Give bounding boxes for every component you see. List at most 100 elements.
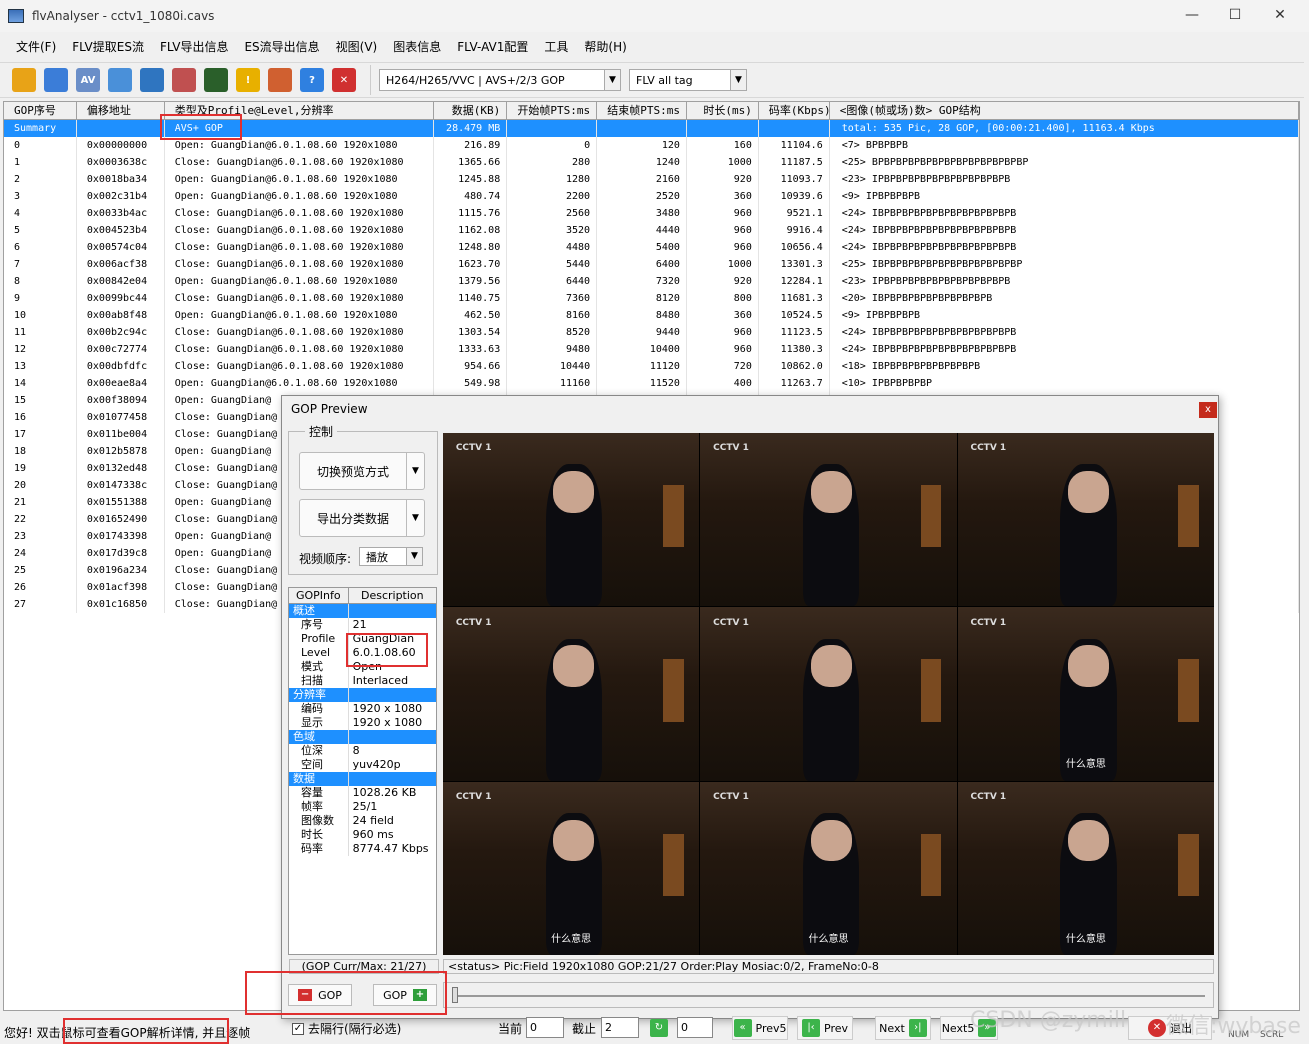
help-icon[interactable]: ? (300, 68, 324, 92)
table-row[interactable]: 9 0x0099bc44 Close: GuangDian@6.0.1.08.60 … (4, 290, 1299, 307)
table-cell: 8480 (597, 307, 687, 324)
prev-button[interactable]: |‹ Prev (797, 1016, 853, 1040)
table-cell: Close: GuangDian@6.0.1.08.60 1920x1080 (165, 324, 435, 341)
table-row[interactable]: 5 0x004523b4 Close: GuangDian@6.0.1.08.60 … (4, 222, 1299, 239)
open-folder-icon[interactable] (12, 68, 36, 92)
preview-frame[interactable]: CCTV 1 (443, 433, 700, 607)
table-cell: 216.89 (434, 137, 508, 154)
info-key: 码率 (289, 842, 349, 856)
table-row[interactable]: 12 0x00c72774 Close: GuangDian@6.0.1.08.60… (4, 341, 1299, 358)
table-row[interactable]: 4 0x0033b4ac Close: GuangDian@6.0.1.08.60 … (4, 205, 1299, 222)
table-cell: 11104.6 (759, 137, 830, 154)
grid-icon[interactable] (108, 68, 132, 92)
menu-item[interactable]: 视图(V) (328, 38, 386, 55)
maximize-button[interactable]: ☐ (1215, 4, 1255, 26)
column-header[interactable]: <图像(帧或场)数> GOP结构 (830, 102, 1299, 119)
preview-frame[interactable]: CCTV 1 什么意思 (443, 781, 700, 955)
info-key: 容量 (289, 786, 349, 800)
table-row[interactable]: 3 0x002c31b4 Open: GuangDian@6.0.1.08.60 1… (4, 188, 1299, 205)
preview-frame[interactable]: CCTV 1 (700, 607, 957, 781)
warning-icon[interactable]: ! (236, 68, 260, 92)
chevron-down-icon[interactable]: ▼ (406, 453, 424, 489)
table-cell: 5440 (507, 256, 598, 273)
table-cell: 0x01551388 (77, 494, 165, 511)
stop-icon[interactable]: ✕ (332, 68, 356, 92)
table-row[interactable]: 6 0x00574c04 Close: GuangDian@6.0.1.08.60 … (4, 239, 1299, 256)
table-cell: 0x0132ed48 (77, 460, 165, 477)
menu-item[interactable]: FLV-AV1配置 (449, 38, 536, 55)
table-row[interactable]: 11 0x00b2c94c Close: GuangDian@6.0.1.08.60… (4, 324, 1299, 341)
user-icon[interactable] (268, 68, 292, 92)
clock-icon[interactable] (140, 68, 164, 92)
switch-preview-button[interactable]: 切换预览方式 ▼ (299, 452, 425, 490)
dialog-close-button[interactable]: x (1199, 402, 1217, 418)
menu-item[interactable]: FLV导出信息 (152, 38, 236, 55)
table-cell: 0x01743398 (77, 528, 165, 545)
table-cell: 1000 (687, 154, 759, 171)
table-row[interactable]: 7 0x006acf38 Close: GuangDian@6.0.1.08.60 … (4, 256, 1299, 273)
table-row[interactable]: 1 0x0003638c Close: GuangDian@6.0.1.08.60 … (4, 154, 1299, 171)
waveform-icon[interactable] (204, 68, 228, 92)
menu-item[interactable]: 帮助(H) (576, 38, 634, 55)
preview-frame[interactable]: CCTV 1 (700, 433, 957, 607)
export-data-button[interactable]: 导出分类数据 ▼ (299, 499, 425, 537)
table-cell: 0x00b2c94c (77, 324, 165, 341)
tag-select[interactable]: FLV all tag ▼ (629, 69, 747, 91)
refresh-icon[interactable]: ↻ (650, 1019, 668, 1037)
frame-slider[interactable] (443, 982, 1214, 1008)
person-face (810, 645, 852, 688)
step-input[interactable]: 0 (677, 1017, 713, 1038)
deinterlace-checkbox[interactable]: ✓ 去隔行(隔行必选) (292, 1020, 401, 1037)
chevron-down-icon[interactable]: ▼ (406, 500, 424, 536)
line-chart-icon[interactable] (172, 68, 196, 92)
column-header[interactable]: GOP序号 (4, 102, 77, 119)
next-button[interactable]: Next ›| (875, 1016, 931, 1040)
toolbar: AV!? ✕ H264/H265/VVC | AVS+/2/3 GOP ▼ FLV… (0, 62, 1304, 98)
info-key: Level (289, 646, 349, 660)
column-header[interactable]: 偏移地址 (77, 102, 165, 119)
codec-select[interactable]: H264/H265/VVC | AVS+/2/3 GOP ▼ (379, 69, 621, 91)
preview-frame[interactable]: CCTV 1 (443, 607, 700, 781)
minimize-button[interactable]: — (1172, 4, 1212, 26)
column-header[interactable]: 码率(Kbps) (759, 102, 830, 119)
table-cell: Summary (4, 120, 77, 137)
table-cell: 480.74 (434, 188, 508, 205)
av-icon[interactable]: AV (76, 68, 100, 92)
table-cell: 1379.56 (434, 273, 508, 290)
preview-frame[interactable]: CCTV 1 什么意思 (957, 607, 1214, 781)
cut-input[interactable]: 2 (601, 1017, 639, 1038)
info-key: 概述 (289, 604, 349, 618)
info-value: 25/1 (352, 800, 378, 813)
order-select[interactable]: 播放 ▼ (359, 547, 423, 566)
current-input[interactable]: 0 (526, 1017, 564, 1038)
table-cell: 0x00ab8f48 (77, 307, 165, 324)
close-button[interactable]: ✕ (1260, 4, 1300, 26)
column-header[interactable]: 开始帧PTS:ms (507, 102, 598, 119)
table-row[interactable]: 10 0x00ab8f48 Open: GuangDian@6.0.1.08.60 … (4, 307, 1299, 324)
preview-frame[interactable]: CCTV 1 什么意思 (957, 781, 1214, 955)
table-row[interactable]: 13 0x00dbfdfc Close: GuangDian@6.0.1.08.60… (4, 358, 1299, 375)
table-cell: 0x00842e04 (77, 273, 165, 290)
menu-item[interactable]: 文件(F) (8, 38, 64, 55)
menu-item[interactable]: FLV提取ES流 (64, 38, 152, 55)
column-header[interactable]: 时长(ms) (687, 102, 759, 119)
prev5-button[interactable]: « Prev5 (732, 1016, 788, 1040)
person-face (810, 471, 852, 513)
table-row[interactable]: 8 0x00842e04 Open: GuangDian@6.0.1.08.60 1… (4, 273, 1299, 290)
table-cell: 10524.5 (759, 307, 830, 324)
slider-thumb[interactable] (452, 987, 458, 1003)
menu-item[interactable]: ES流导出信息 (236, 38, 327, 55)
preview-frame[interactable]: CCTV 1 (957, 433, 1214, 607)
menu-item[interactable]: 图表信息 (385, 38, 449, 55)
network-icon[interactable] (44, 68, 68, 92)
column-header[interactable]: 数据(KB) (434, 102, 508, 119)
table-cell: 5400 (597, 239, 687, 256)
watermark: CSDN @zymill (970, 1008, 1127, 1033)
table-cell: 0x00eae8a4 (77, 375, 165, 392)
menu-item[interactable]: 工具 (536, 38, 576, 55)
table-cell: 9521.1 (759, 205, 830, 222)
table-row[interactable]: 14 0x00eae8a4 Open: GuangDian@6.0.1.08.60 … (4, 375, 1299, 392)
column-header[interactable]: 结束帧PTS:ms (597, 102, 687, 119)
table-row[interactable]: 2 0x0018ba34 Open: GuangDian@6.0.1.08.60 1… (4, 171, 1299, 188)
preview-frame[interactable]: CCTV 1 什么意思 (700, 781, 957, 955)
